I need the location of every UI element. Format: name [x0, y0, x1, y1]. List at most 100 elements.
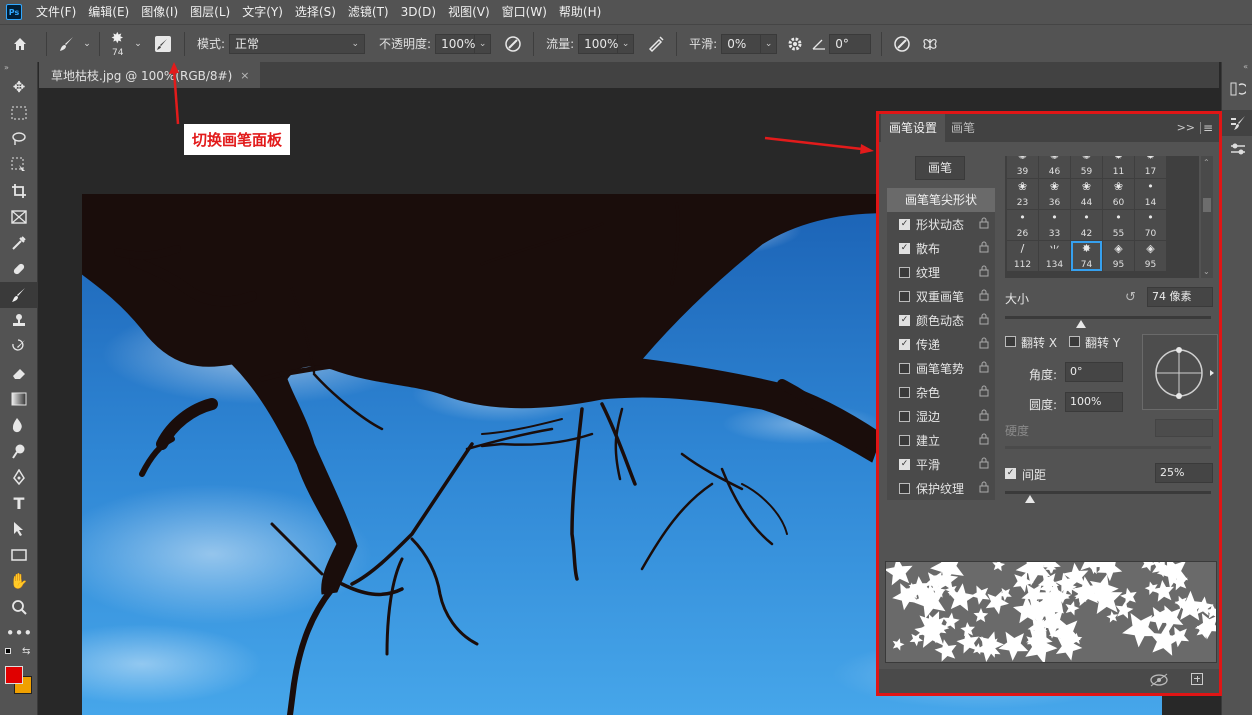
- gear-icon[interactable]: [781, 29, 809, 59]
- tab-brush-settings[interactable]: 画笔设置: [881, 114, 946, 142]
- brush-tip-preset[interactable]: • 33: [1039, 210, 1070, 240]
- home-icon[interactable]: [0, 29, 40, 59]
- type-tool-icon[interactable]: T: [0, 490, 38, 516]
- tip-grid-scrollbar[interactable]: ⌃ ⌄: [1201, 156, 1213, 278]
- angle-roundness-widget[interactable]: [1142, 334, 1218, 410]
- brush-tool-icon[interactable]: [0, 282, 38, 308]
- pressure-opacity-icon[interactable]: [499, 29, 527, 59]
- brush-option-row[interactable]: 建立: [887, 428, 995, 452]
- gradient-tool-icon[interactable]: [0, 386, 38, 412]
- brush-tip-preset[interactable]: ◈ 95: [1135, 241, 1166, 271]
- brush-option-row[interactable]: 双重画笔: [887, 284, 995, 308]
- path-selection-tool-icon[interactable]: [0, 516, 38, 542]
- option-checkbox[interactable]: [899, 434, 910, 446]
- brush-tip-preset[interactable]: • 70: [1135, 210, 1166, 240]
- brush-tip-shape-item[interactable]: 画笔笔尖形状: [887, 188, 995, 212]
- option-checkbox[interactable]: ✓: [899, 242, 910, 254]
- lock-icon[interactable]: [979, 313, 989, 325]
- scrollbar-thumb[interactable]: [1203, 198, 1211, 212]
- flow-dropdown-icon[interactable]: ⌄: [618, 33, 635, 54]
- toggle-live-tip-icon[interactable]: [1149, 672, 1169, 692]
- eraser-tool-icon[interactable]: [0, 360, 38, 386]
- swap-colors-icon[interactable]: ⇆: [22, 646, 30, 657]
- default-colors-icon[interactable]: [5, 648, 11, 654]
- menu-view[interactable]: 视图(V): [442, 0, 496, 24]
- option-checkbox[interactable]: ✓: [899, 314, 910, 326]
- lock-icon[interactable]: [979, 361, 989, 373]
- brush-option-row[interactable]: ✓ 散布: [887, 236, 995, 260]
- object-select-tool-icon[interactable]: [0, 152, 38, 178]
- menu-help[interactable]: 帮助(H): [553, 0, 607, 24]
- airbrush-icon[interactable]: [642, 29, 670, 59]
- brush-option-row[interactable]: ✓ 形状动态: [887, 212, 995, 236]
- spacing-input[interactable]: 25%: [1155, 463, 1213, 483]
- marquee-tool-icon[interactable]: [0, 100, 38, 126]
- size-input[interactable]: 74 像素: [1147, 287, 1213, 307]
- brush-tip-preset[interactable]: ◈ 95: [1103, 241, 1134, 271]
- flip-x-checkbox[interactable]: [1005, 336, 1016, 347]
- brushes-button[interactable]: 画笔: [915, 156, 965, 180]
- lasso-tool-icon[interactable]: [0, 126, 38, 152]
- brush-option-row[interactable]: 画笔笔势: [887, 356, 995, 380]
- menu-3d[interactable]: 3D(D): [395, 0, 442, 24]
- scroll-down-icon[interactable]: ⌄: [1203, 267, 1210, 276]
- collapse-chevron-icon[interactable]: »: [0, 62, 37, 74]
- flip-y-checkbox[interactable]: [1069, 336, 1080, 347]
- smoothing-input[interactable]: 0%: [721, 33, 762, 54]
- angle-input[interactable]: 0°: [1065, 362, 1123, 382]
- lock-icon[interactable]: [979, 433, 989, 445]
- scroll-up-icon[interactable]: ⌃: [1203, 158, 1210, 167]
- spacing-checkbox[interactable]: ✓: [1005, 468, 1016, 479]
- hand-tool-icon[interactable]: ✋: [0, 568, 38, 594]
- option-checkbox[interactable]: [899, 482, 910, 494]
- rectangle-tool-icon[interactable]: [0, 542, 38, 568]
- brush-option-row[interactable]: ✓ 颜色动态: [887, 308, 995, 332]
- brush-tip-preset[interactable]: ❀ 44: [1071, 179, 1102, 209]
- menu-image[interactable]: 图像(I): [135, 0, 184, 24]
- brush-preset-picker[interactable]: ✸ 74: [106, 27, 132, 61]
- brush-tip-preset[interactable]: • 14: [1135, 179, 1166, 209]
- frame-tool-icon[interactable]: [0, 204, 38, 230]
- option-checkbox[interactable]: [899, 362, 910, 374]
- close-icon[interactable]: ×: [240, 69, 249, 82]
- option-checkbox[interactable]: [899, 266, 910, 278]
- menu-filter[interactable]: 滤镜(T): [342, 0, 395, 24]
- lock-icon[interactable]: [979, 385, 989, 397]
- panel-menu-icon[interactable]: ≡: [1203, 114, 1213, 142]
- brush-tip-preset[interactable]: • 55: [1103, 210, 1134, 240]
- opacity-dropdown-icon[interactable]: ⌄: [475, 33, 492, 54]
- pressure-size-icon[interactable]: [888, 29, 916, 59]
- flow-input[interactable]: 100%: [578, 33, 618, 54]
- option-checkbox[interactable]: ✓: [899, 338, 910, 350]
- adjustment-sliders-icon[interactable]: [1222, 136, 1252, 162]
- option-checkbox[interactable]: ✓: [899, 218, 910, 230]
- spacing-slider-thumb[interactable]: [1024, 495, 1035, 503]
- eyedropper-tool-icon[interactable]: [0, 230, 38, 256]
- brush-option-row[interactable]: 杂色: [887, 380, 995, 404]
- brush-option-row[interactable]: 保护纹理: [887, 476, 995, 500]
- brush-settings-panel-icon[interactable]: [1222, 110, 1252, 136]
- size-slider-thumb[interactable]: [1076, 320, 1087, 328]
- collapse-panel-icon[interactable]: >>: [1177, 114, 1195, 142]
- menu-window[interactable]: 窗口(W): [496, 0, 553, 24]
- move-tool-icon[interactable]: ✥: [0, 74, 38, 100]
- reset-size-icon[interactable]: ↺: [1125, 290, 1136, 305]
- menu-layer[interactable]: 图层(L): [184, 0, 236, 24]
- dodge-tool-icon[interactable]: [0, 438, 38, 464]
- menu-type[interactable]: 文字(Y): [236, 0, 289, 24]
- chevron-down-icon[interactable]: ⌄: [81, 29, 93, 59]
- lock-icon[interactable]: [979, 217, 989, 229]
- mode-select[interactable]: 正常 ⌄: [229, 33, 366, 54]
- toggle-brush-panel-icon[interactable]: [148, 29, 178, 59]
- zoom-tool-icon[interactable]: [0, 594, 38, 620]
- brush-tip-preset[interactable]: ❀ 36: [1039, 179, 1070, 209]
- brush-tip-preset[interactable]: ✹ 17: [1135, 156, 1166, 178]
- swap-reset-colors[interactable]: ⇆: [0, 646, 37, 662]
- menu-edit[interactable]: 编辑(E): [82, 0, 135, 24]
- crop-tool-icon[interactable]: [0, 178, 38, 204]
- roundness-input[interactable]: 100%: [1065, 392, 1123, 412]
- brush-tip-preset[interactable]: ✺ 59: [1071, 156, 1102, 178]
- pen-tool-icon[interactable]: [0, 464, 38, 490]
- history-brush-tool-icon[interactable]: [0, 334, 38, 360]
- brush-option-row[interactable]: ✓ 平滑: [887, 452, 995, 476]
